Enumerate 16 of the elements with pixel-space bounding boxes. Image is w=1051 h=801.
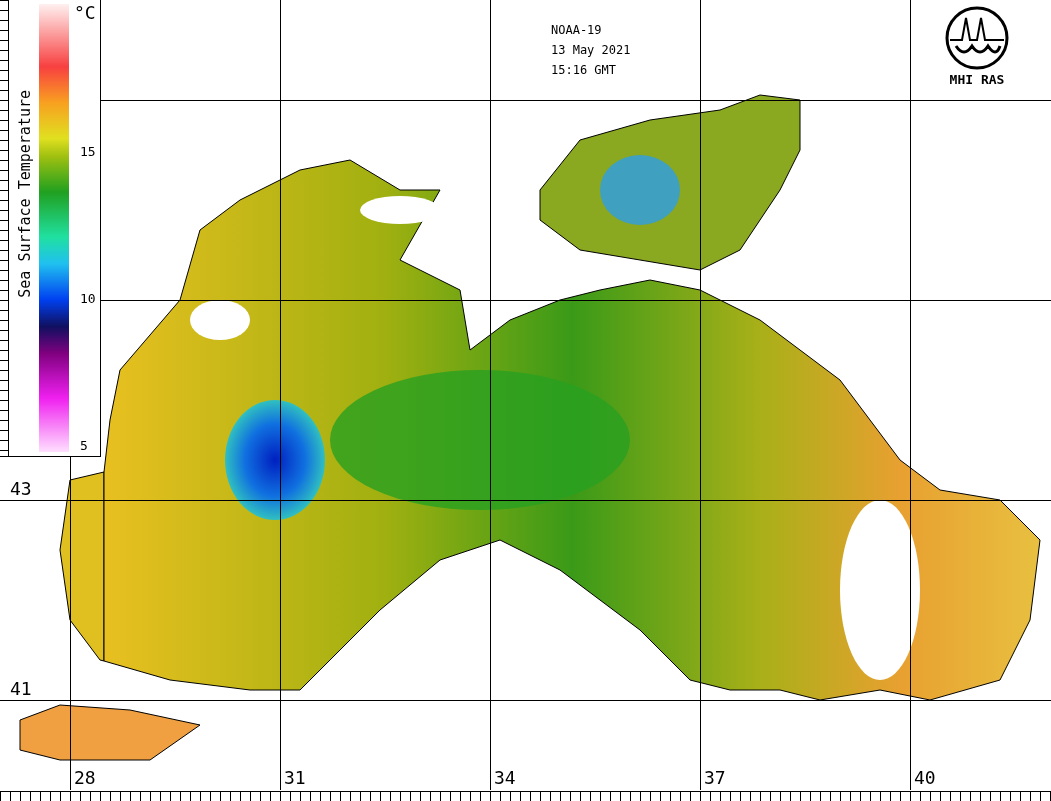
latitude-label: 41 xyxy=(10,678,32,699)
legend-title: Sea Surface Temperature xyxy=(16,90,34,298)
image-date: 13 May 2021 xyxy=(551,42,631,58)
longitude-label: 31 xyxy=(284,767,306,788)
institute-name: MHI RAS xyxy=(949,72,1005,87)
latitude-label: 43 xyxy=(10,478,32,499)
longitude-label: 37 xyxy=(704,767,726,788)
scale-tick-label: 10 xyxy=(80,291,96,306)
scale-tick-label: 15 xyxy=(80,144,96,159)
image-time: 15:16 GMT xyxy=(551,62,618,78)
scale-tick-label: 5 xyxy=(80,438,88,453)
longitude-label: 40 xyxy=(914,767,936,788)
unit-label: °C xyxy=(74,2,96,23)
satellite-name: NOAA-19 xyxy=(551,22,603,38)
longitude-label: 34 xyxy=(494,767,516,788)
longitude-label: 28 xyxy=(74,767,96,788)
